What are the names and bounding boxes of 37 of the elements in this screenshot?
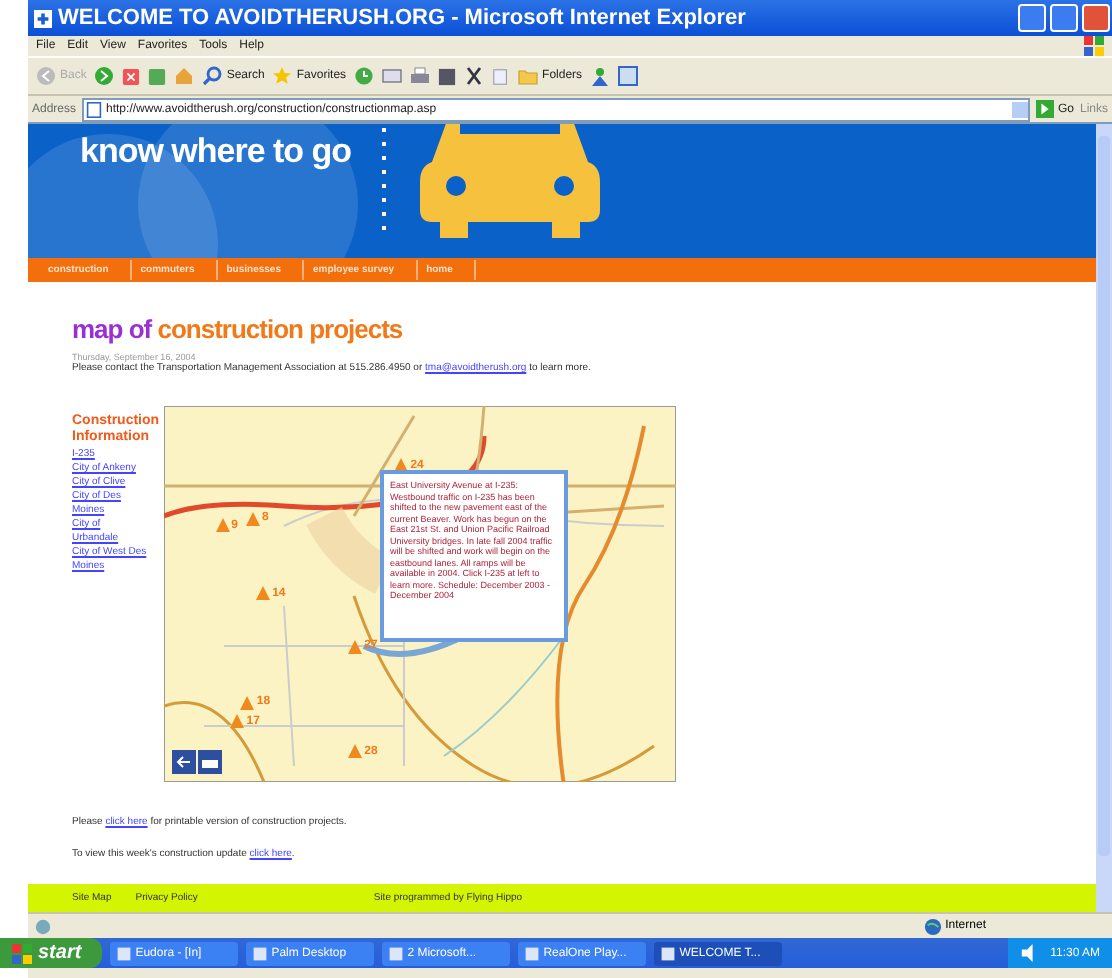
start-button[interactable]: start xyxy=(0,938,102,968)
favorites-icon xyxy=(272,66,293,86)
app-icon xyxy=(659,945,676,961)
app-icon xyxy=(115,945,132,961)
cut-icon xyxy=(464,66,485,86)
home-icon xyxy=(174,66,195,86)
folders-icon xyxy=(518,66,539,86)
app-icon xyxy=(523,945,540,961)
windows-logo-icon xyxy=(12,943,32,963)
cone-icon xyxy=(348,639,363,654)
ie-icon xyxy=(34,9,52,27)
minimize-button[interactable] xyxy=(1018,4,1046,32)
messenger-icon xyxy=(590,66,611,86)
scroll-thumb[interactable] xyxy=(1098,136,1110,856)
forward-icon xyxy=(94,66,115,86)
cone-icon xyxy=(348,744,363,759)
close-button[interactable] xyxy=(1082,4,1110,32)
window-title: WELCOME TO AVOIDTHERUSH.ORG - Microsoft Internet Explorer xyxy=(58,6,748,30)
app-icon xyxy=(387,945,404,961)
scrollbar[interactable] xyxy=(1096,124,1112,912)
windows-logo-icon xyxy=(1084,36,1104,56)
speaker-icon xyxy=(1020,944,1039,962)
printer-icon xyxy=(198,750,222,774)
window-icon xyxy=(618,66,639,86)
app-icon xyxy=(251,945,268,961)
go-arrow-icon xyxy=(1035,100,1054,118)
cone-icon xyxy=(256,586,271,601)
back-icon xyxy=(36,66,56,86)
search-icon xyxy=(202,66,223,86)
back-arrow-icon xyxy=(172,750,196,774)
stop-icon xyxy=(122,67,141,85)
slogan: know where to go xyxy=(80,132,352,172)
maximize-button[interactable] xyxy=(1050,4,1078,32)
printer-icon xyxy=(410,66,431,86)
page-heading: map of construction projects xyxy=(72,314,405,344)
history-icon xyxy=(354,66,375,86)
globe-icon xyxy=(923,917,942,935)
